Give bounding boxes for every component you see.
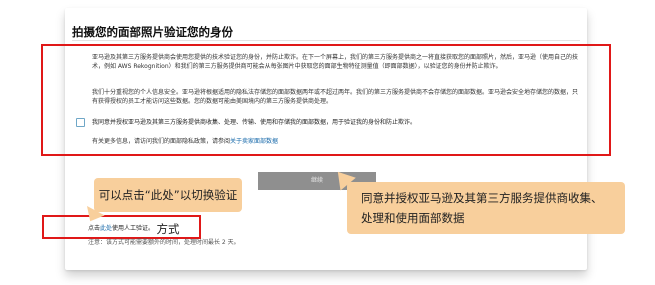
data-usage-paragraph: 亚马逊及其第三方服务提供商会使用您提供的技术验证您的身份，并防止欺诈。在下一个屏… [92, 54, 579, 70]
page-title: 拍摄您的面部照片验证您的身份 [72, 25, 233, 39]
data-storage-paragraph: 我们十分重视您的个人信息安全。亚马逊将根据适用的隐私法存储您的面部数据两年或不超… [92, 89, 579, 105]
consent-row[interactable]: 我同意并授权亚马逊及其第三方服务提供商收集、处理、传输、使用和存储我的面部数据，… [76, 117, 596, 129]
switch-method-callout: 可以点击“此处”以切换验证方式 [94, 178, 242, 236]
alt-suffix: 使用人工验证。 [112, 225, 155, 232]
consent-checkbox[interactable] [76, 118, 85, 127]
face-data-policy-link[interactable]: 关于卖家面部数据 [230, 138, 278, 145]
consent-callout: 同意并授权亚马逊及其第三方服务提供商收集、处理和使用面部数据 [347, 182, 625, 234]
title-divider [72, 40, 580, 41]
more-info-prefix: 有关更多信息，请访问我们的面部隐私政策，请参阅 [92, 138, 231, 145]
more-info-text: 有关更多信息，请访问我们的面部隐私政策，请参阅关于卖家面部数据 [92, 137, 278, 146]
consent-label: 我同意并授权亚马逊及其第三方服务提供商收集、处理、传输、使用和存储我的面部数据，… [92, 119, 417, 126]
screenshot-stage: 拍摄您的面部照片验证您的身份 亚马逊及其第三方服务提供商会使用您提供的技术验证您… [0, 0, 655, 285]
manual-verification-link[interactable]: 此处 [100, 225, 112, 232]
